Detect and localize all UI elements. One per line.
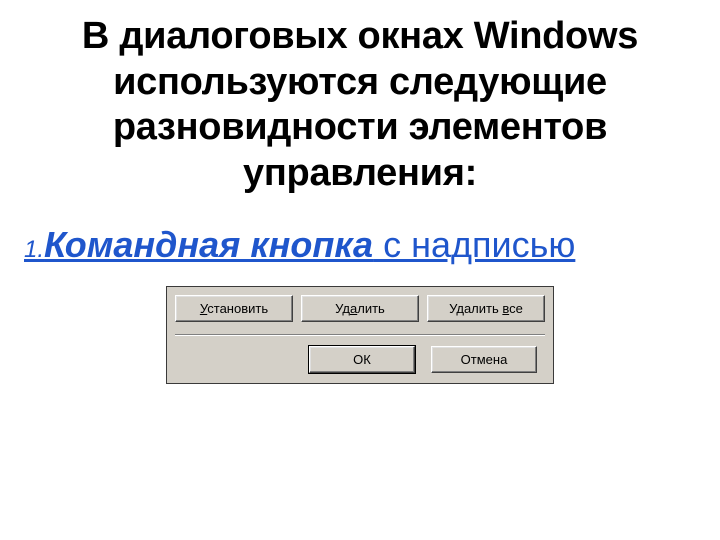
ok-button[interactable]: ОК bbox=[309, 346, 415, 373]
delete-button[interactable]: Удалить bbox=[301, 295, 419, 322]
dialog-panel: Установить Удалить Удалить все ОК Отмена bbox=[166, 286, 554, 384]
subheading-bold: Командная кнопка bbox=[44, 224, 373, 265]
subheading-rest: с надписью bbox=[373, 224, 575, 265]
delete-all-button[interactable]: Удалить все bbox=[427, 295, 545, 322]
subheading-number: 1. bbox=[24, 236, 44, 263]
button-row-2: ОК Отмена bbox=[175, 346, 545, 373]
install-button[interactable]: Установить bbox=[175, 295, 293, 322]
slide-title: В диалоговых окнах Windows используются … bbox=[22, 14, 698, 196]
cancel-button[interactable]: Отмена bbox=[431, 346, 537, 373]
separator bbox=[175, 334, 545, 336]
slide-subheading: 1.Командная кнопка с надписью bbox=[22, 224, 698, 265]
button-row-1: Установить Удалить Удалить все bbox=[175, 295, 545, 322]
